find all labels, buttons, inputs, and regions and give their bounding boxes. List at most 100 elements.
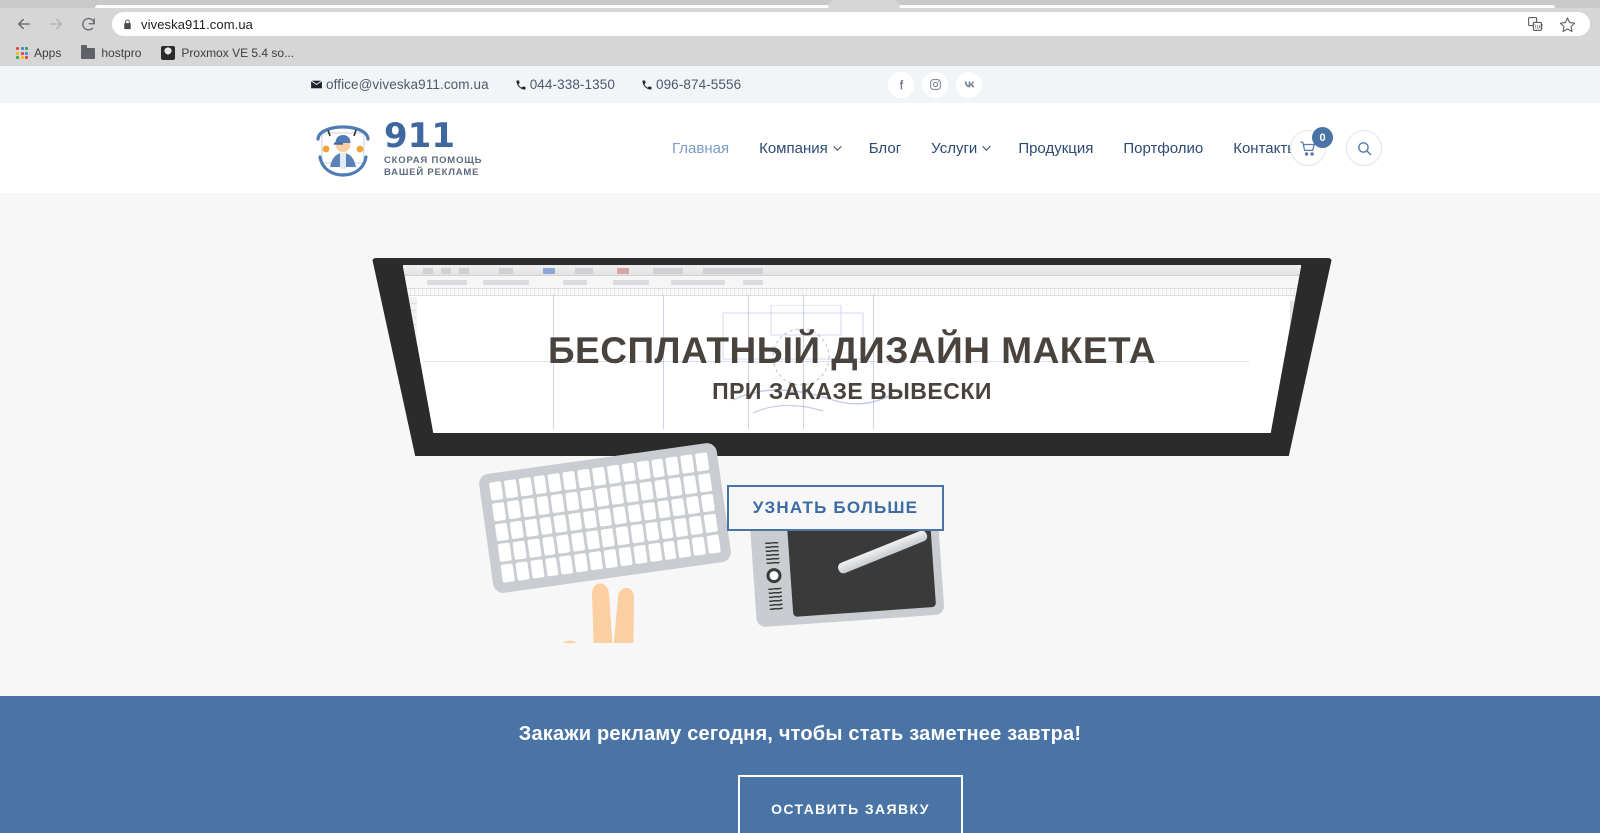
keyboard-key: [612, 505, 627, 526]
nav-item-blog[interactable]: Блог: [869, 140, 901, 157]
nav-item-produkciya[interactable]: Продукция: [1018, 140, 1093, 157]
nav-label: Компания: [759, 139, 828, 157]
nav-item-kompaniya[interactable]: Компания: [759, 139, 842, 157]
keyboard-key: [509, 520, 524, 540]
email-link[interactable]: office@viveska911.com.ua: [310, 77, 489, 92]
cta-band-button[interactable]: ОСТАВИТЬ ЗАЯВКУ: [738, 775, 963, 833]
hero-section: БЕСПЛАТНЫЙ ДИЗАЙН МАКЕТА ПРИ ЗАКАЗЕ ВЫВЕ…: [0, 193, 1600, 643]
monitor-illustration: БЕСПЛАТНЫЙ ДИЗАЙН МАКЕТА ПРИ ЗАКАЗЕ ВЫВЕ…: [372, 258, 1332, 456]
keyboard-key: [680, 454, 695, 474]
bookmark-apps[interactable]: Apps: [8, 44, 69, 62]
left-hand-illustration: [563, 583, 634, 643]
bookmark-label: hostpro: [101, 46, 142, 60]
facebook-icon[interactable]: [888, 71, 914, 98]
url-text[interactable]: viveska911.com.ua: [141, 17, 253, 32]
keyboard-key: [538, 516, 554, 536]
bookmark-hostpro[interactable]: hostpro: [73, 44, 149, 62]
worker-sign-logo-icon: [310, 117, 376, 179]
keyboard-key: [671, 497, 686, 517]
nav-item-kontakty[interactable]: Контакты: [1233, 140, 1298, 157]
web-page: office@viveska911.com.ua 044-338-1350 09…: [0, 66, 1600, 833]
cart-count-badge: 0: [1312, 127, 1333, 148]
keyboard-key: [503, 479, 518, 499]
top-contact-bar: office@viveska911.com.ua 044-338-1350 09…: [0, 66, 1600, 103]
reload-icon[interactable]: [74, 10, 102, 38]
keyboard-key: [506, 499, 521, 519]
keyboard-key: [686, 495, 701, 515]
keyboard-key: [700, 493, 716, 513]
logo-tagline-line2: ВАШЕЙ РЕКЛАМЕ: [384, 167, 480, 178]
keyboard-key: [536, 495, 551, 515]
bookmarks-bar: Apps hostpro Proxmox VE 5.4 so...: [0, 40, 1600, 66]
keyboard-key: [606, 464, 621, 484]
keyboard-key: [691, 536, 707, 556]
contact-list: office@viveska911.com.ua 044-338-1350 09…: [310, 77, 741, 92]
search-icon: [1356, 140, 1373, 157]
keyboard-key: [621, 462, 636, 482]
envelope-icon: [310, 78, 323, 91]
nav-label: Продукция: [1018, 139, 1094, 157]
keyboard-key: [677, 538, 692, 558]
keyboard-key: [583, 509, 598, 530]
keyboard-key: [639, 481, 654, 501]
keyboard-key: [697, 472, 713, 493]
bookmark-label: Proxmox VE 5.4 so...: [181, 46, 295, 60]
keyboard-key: [592, 466, 607, 486]
vk-icon[interactable]: [956, 71, 982, 98]
main-navigation: Главная Компания Блог Услуги Продукция П…: [672, 103, 1298, 193]
cart-button[interactable]: 0: [1290, 127, 1333, 166]
social-links: [888, 66, 982, 103]
app-toolbar-row-2: [402, 276, 1302, 289]
logo-text: 911 СКОРАЯ ПОМОЩЬ ВАШЕЙ РЕКЛАМЕ: [384, 119, 482, 178]
tab-active[interactable]: [828, 0, 900, 8]
phone-text: 044-338-1350: [529, 77, 615, 92]
bookmark-star-icon[interactable]: [1559, 16, 1576, 33]
keyboard-key: [494, 522, 509, 542]
keyboard-key: [553, 514, 568, 534]
browser-omnibox-bar: viveska911.com.ua \u6587: [0, 8, 1600, 40]
back-icon[interactable]: [10, 10, 38, 38]
address-bar[interactable]: viveska911.com.ua \u6587: [112, 12, 1590, 36]
keyboard-key: [568, 511, 583, 532]
keyboard-key: [665, 456, 680, 476]
browser-tab-strip[interactable]: [0, 0, 1600, 8]
search-button[interactable]: [1346, 130, 1382, 166]
header-actions: 0: [1290, 103, 1382, 193]
instagram-icon[interactable]: [922, 71, 948, 98]
chevron-down-icon: [982, 142, 991, 151]
site-logo[interactable]: 911 СКОРАЯ ПОМОЩЬ ВАШЕЙ РЕКЛАМЕ: [310, 117, 482, 179]
keyboard-key: [491, 501, 507, 522]
hero-cta-button[interactable]: УЗНАТЬ БОЛЬШЕ: [727, 485, 944, 531]
keyboard-key: [689, 516, 704, 536]
keyboard-key: [641, 501, 657, 521]
hero-subtitle: ПРИ ЗАКАЗЕ ВЫВЕСКИ: [712, 378, 992, 404]
keyboard-key: [550, 493, 565, 513]
app-toolbar-row-1: [402, 265, 1302, 276]
nav-item-portfolio[interactable]: Портфолио: [1123, 140, 1203, 157]
keyboard-key: [650, 458, 666, 478]
nav-label: Блог: [868, 139, 902, 157]
tab-inactive[interactable]: [95, 5, 1555, 8]
email-text: office@viveska911.com.ua: [326, 77, 489, 92]
logo-tagline-line1: СКОРАЯ ПОМОЩЬ: [384, 154, 483, 166]
nav-label: Главная: [672, 139, 730, 157]
nav-label: Услуги: [931, 139, 978, 157]
translate-icon[interactable]: \u6587: [1527, 16, 1543, 32]
nav-item-glavnaya[interactable]: Главная: [672, 140, 729, 157]
phone-icon: [515, 79, 527, 91]
forward-icon[interactable]: [42, 10, 70, 38]
keyboard-key: [565, 491, 580, 511]
bookmark-proxmox[interactable]: Proxmox VE 5.4 so...: [153, 44, 302, 62]
phone-link-1[interactable]: 044-338-1350: [515, 77, 615, 92]
keyboard-key: [674, 518, 689, 538]
bookmark-label: Apps: [34, 46, 62, 60]
nav-item-uslugi[interactable]: Услуги: [931, 139, 991, 157]
logo-number: 911: [384, 115, 455, 156]
keyboard-key: [624, 483, 639, 503]
proxmox-icon: [161, 46, 176, 60]
phone-link-2[interactable]: 096-874-5556: [641, 77, 741, 92]
keyboard-key: [615, 526, 630, 546]
keyboard-key: [577, 468, 592, 489]
keyboard-key: [521, 497, 536, 517]
keyboard-key: [488, 481, 504, 501]
